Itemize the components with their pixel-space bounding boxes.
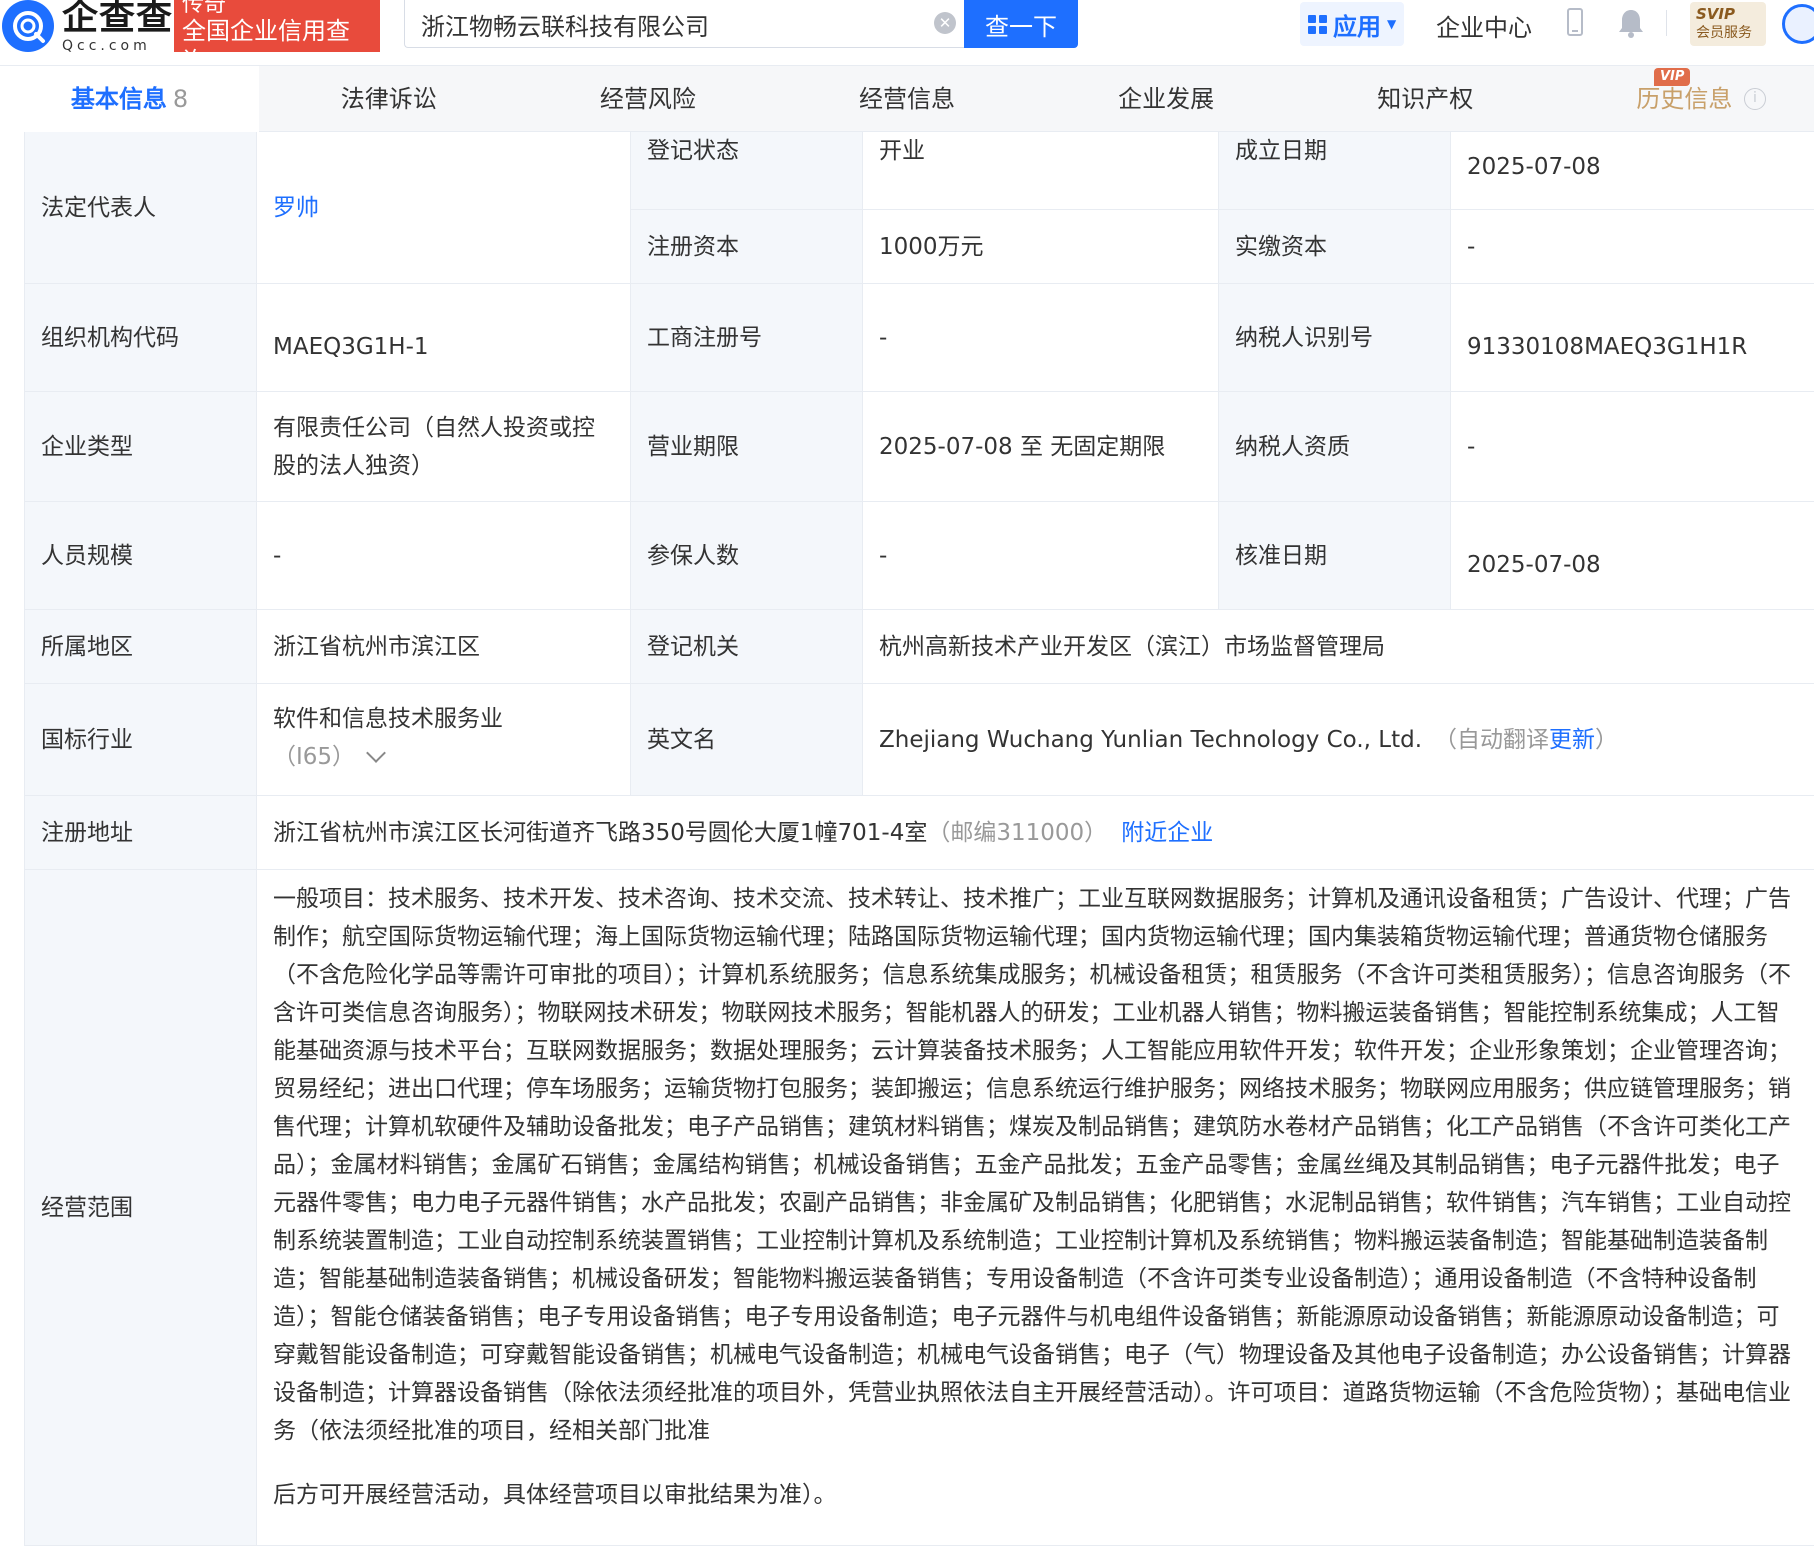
biz-reg-no-value: -	[863, 284, 1219, 392]
term-value: 2025-07-08 至 无固定期限	[863, 392, 1219, 502]
taxpayer-id-value: 91330108MAEQ3G1H1R	[1451, 284, 1814, 392]
authority-label: 登记机关	[631, 610, 863, 684]
logo-cn-text: 企查查	[62, 0, 174, 38]
company-type-value: 有限责任公司（自然人投资或控股的法人独资）	[257, 392, 631, 502]
industry-cell: 软件和信息技术服务业 （I65）	[257, 684, 631, 796]
clear-icon[interactable]: ✕	[934, 12, 956, 34]
logo-en-text: Qcc.com	[62, 38, 151, 54]
scope-value: 一般项目：技术服务、技术开发、技术咨询、技术交流、技术转让、技术推广；工业互联网…	[273, 886, 1791, 1444]
address-cell: 浙江省杭州市滨江区长河街道齐飞路350号圆伦大厦1幢701-4室 （邮编3110…	[257, 796, 1814, 870]
region-label: 所属地区	[25, 610, 257, 684]
insured-value: -	[863, 502, 1219, 610]
update-translation-link[interactable]: 更新	[1549, 721, 1595, 759]
banner-line-1: 传奇	[182, 0, 227, 17]
legal-rep-cell: 罗帅	[257, 132, 631, 284]
reg-status-value: 开业	[863, 132, 1219, 210]
legal-rep-link[interactable]: 罗帅	[273, 189, 319, 227]
english-name-value: Zhejiang Wuchang Yunlian Technology Co.,…	[879, 726, 1423, 753]
enterprise-center-link[interactable]: 企业中心	[1436, 8, 1532, 43]
term-label: 营业期限	[631, 392, 863, 502]
industry-value: 软件和信息技术服务业	[273, 706, 503, 732]
taxpayer-qual-value: -	[1451, 392, 1814, 502]
approval-label: 核准日期	[1219, 502, 1451, 610]
biz-reg-no-label: 工商注册号	[631, 284, 863, 392]
header-divider	[1666, 10, 1667, 36]
tab-basic-info[interactable]: 基本信息 8	[0, 66, 260, 132]
auto-translate-prefix: （自动翻译	[1434, 726, 1550, 753]
address-value: 浙江省杭州市滨江区长河街道齐飞路350号圆伦大厦1幢701-4室	[273, 819, 928, 846]
tab-development[interactable]: 企业发展	[1037, 66, 1296, 132]
auto-translate-suffix: ）	[1595, 726, 1619, 753]
taxpayer-qual-label: 纳税人资质	[1219, 392, 1451, 502]
paid-capital-label: 实缴资本	[1219, 210, 1451, 284]
search-box: ✕	[404, 0, 964, 48]
caret-down-icon: ▼	[1387, 17, 1397, 31]
industry-code-row[interactable]: （I65）	[273, 738, 614, 776]
mobile-phone-icon[interactable]	[1567, 8, 1583, 36]
industry-label: 国标行业	[25, 684, 257, 796]
basic-info-table: 法定代表人 罗帅 登记状态 开业 成立日期 2025-07-08 注册资本 10…	[24, 132, 1814, 1546]
svip-sublabel: 会员服务	[1696, 25, 1752, 41]
grid-icon	[1308, 14, 1327, 34]
vip-badge: VIP	[1654, 68, 1691, 86]
authority-value: 杭州高新技术产业开发区（滨江）市场监督管理局	[863, 610, 1814, 684]
postcode: （邮编311000）	[927, 819, 1108, 846]
industry-code: （I65）	[273, 744, 356, 770]
reg-capital-value: 1000万元	[863, 210, 1219, 284]
qcc-logo-icon	[2, 0, 54, 52]
svip-label: SVIP	[1696, 5, 1735, 23]
region-value: 浙江省杭州市滨江区	[257, 610, 631, 684]
apps-menu-button[interactable]: 应用 ▼	[1300, 2, 1404, 46]
legal-rep-label: 法定代表人	[25, 132, 257, 284]
approval-value: 2025-07-08	[1451, 502, 1814, 610]
logo-banner: 传奇 全国企业信用查询	[174, 0, 380, 52]
english-name-label: 英文名	[631, 684, 863, 796]
info-icon[interactable]: i	[1744, 88, 1766, 110]
reg-capital-label: 注册资本	[631, 210, 863, 284]
chevron-down-icon[interactable]	[366, 743, 386, 763]
nearby-companies-link[interactable]: 附近企业	[1121, 814, 1213, 852]
founded-value: 2025-07-08	[1451, 132, 1814, 210]
banner-line-2: 全国企业信用查询	[182, 17, 350, 52]
staff-value: -	[257, 502, 631, 610]
company-type-label: 企业类型	[25, 392, 257, 502]
section-tabs: 基本信息 8 法律诉讼 经营风险 经营信息 企业发展 知识产权 历史信息	[0, 66, 1814, 132]
apps-label: 应用	[1333, 12, 1381, 41]
qcc-logo[interactable]: 企查查 Qcc.com	[0, 0, 173, 56]
taxpayer-id-label: 纳税人识别号	[1219, 284, 1451, 392]
scope-label: 经营范围	[25, 870, 257, 1546]
search-button[interactable]: 查一下	[964, 0, 1078, 48]
paid-capital-value: -	[1451, 210, 1814, 284]
founded-label: 成立日期	[1219, 132, 1451, 210]
tab-ip[interactable]: 知识产权	[1296, 66, 1555, 132]
address-label: 注册地址	[25, 796, 257, 870]
reg-status-label: 登记状态	[631, 132, 863, 210]
org-code-label: 组织机构代码	[25, 284, 257, 392]
english-name-cell: Zhejiang Wuchang Yunlian Technology Co.,…	[863, 684, 1814, 796]
tab-label: 基本信息	[70, 85, 167, 113]
tab-operation[interactable]: 经营信息	[777, 66, 1036, 132]
avatar[interactable]	[1782, 4, 1814, 44]
insured-label: 参保人数	[631, 502, 863, 610]
bell-icon[interactable]	[1618, 8, 1644, 38]
top-header: 企查查 Qcc.com 传奇 全国企业信用查询 ✕ 查一下 应用 ▼ 企业中心 …	[0, 0, 1814, 66]
scope-value-tail: 后方可开展经营活动，具体经营项目以审批结果为准）。	[273, 1482, 837, 1508]
tab-risk[interactable]: 经营风险	[518, 66, 777, 132]
search-input[interactable]	[421, 0, 921, 48]
scope-cell: 一般项目：技术服务、技术开发、技术咨询、技术交流、技术转让、技术推广；工业互联网…	[257, 870, 1814, 1546]
tab-count: 8	[172, 85, 189, 113]
staff-label: 人员规模	[25, 502, 257, 610]
tab-legal[interactable]: 法律诉讼	[259, 66, 518, 132]
svip-member-button[interactable]: SVIP 会员服务	[1690, 2, 1766, 46]
org-code-value: MAEQ3G1H-1	[257, 284, 631, 392]
